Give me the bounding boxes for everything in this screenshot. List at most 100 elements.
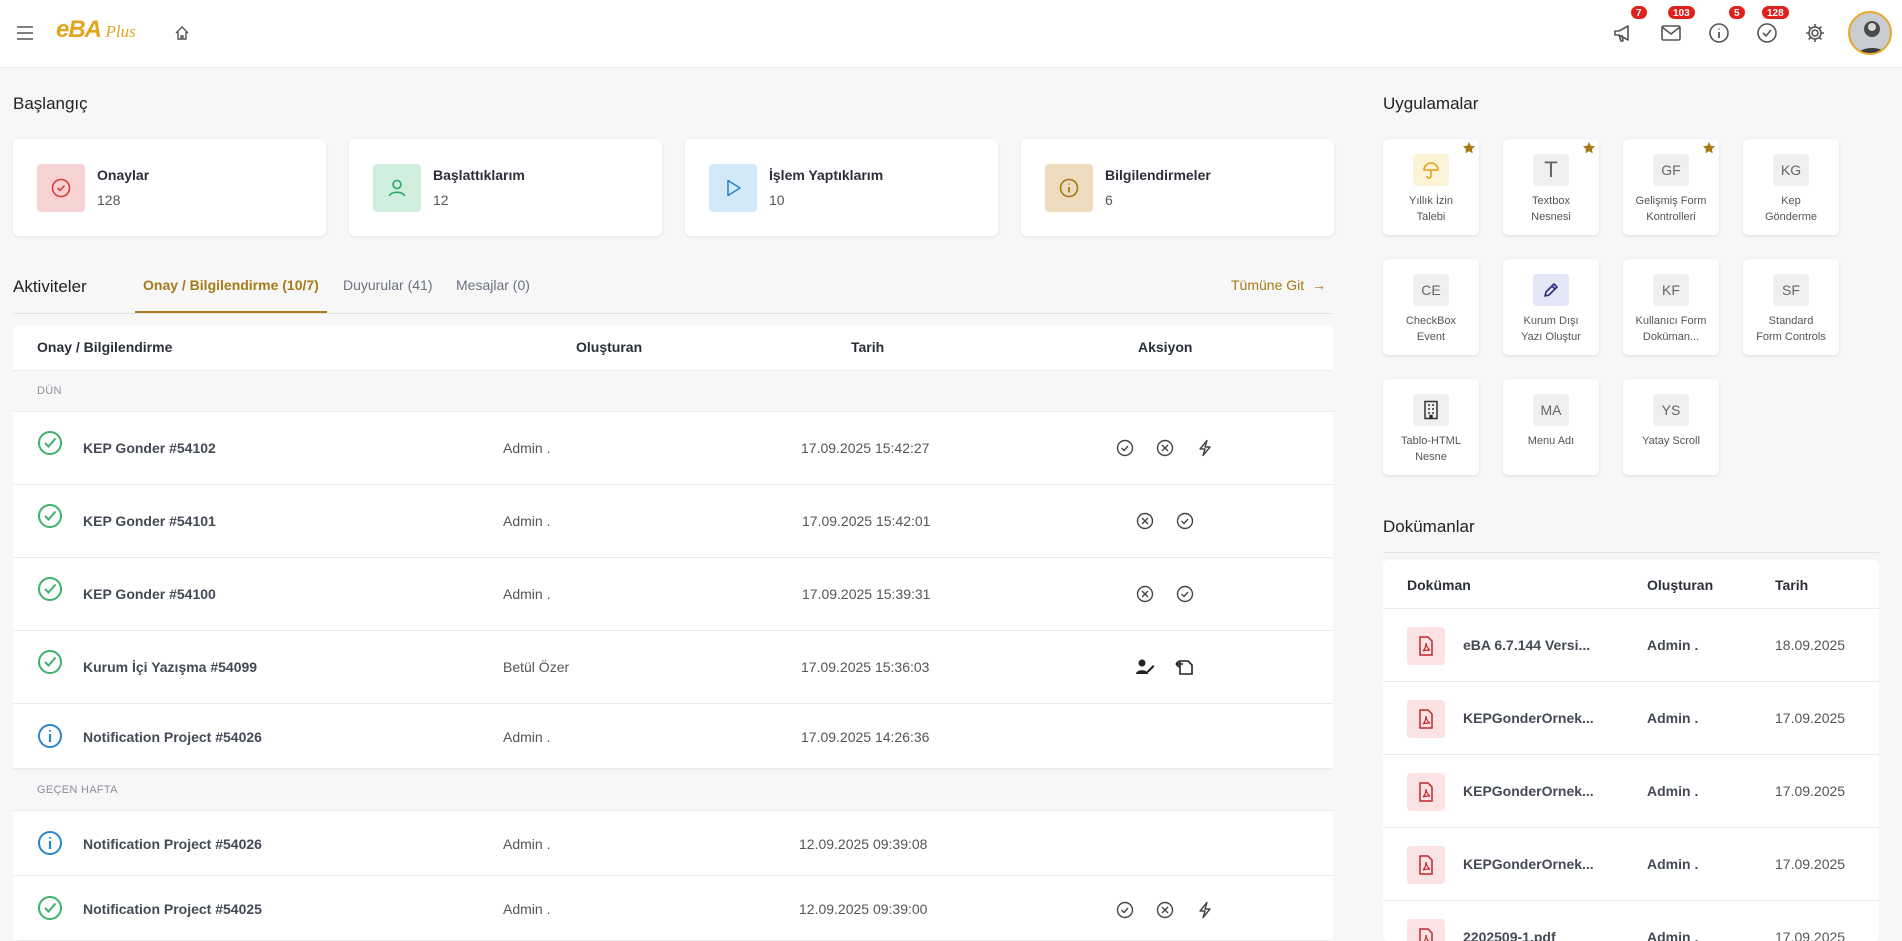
approvals-card[interactable]: Onaylar 128 [13, 139, 326, 236]
table-row[interactable]: Notification Project #54026 Admin . 12.0… [13, 811, 1333, 876]
app-textbox[interactable]: T Textbox Nesnesi [1503, 139, 1599, 235]
app-menu-name[interactable]: MA Menu Adı [1503, 379, 1599, 475]
card-label: Onaylar [97, 167, 150, 183]
documents-divider [1383, 552, 1879, 553]
tabs-divider [13, 313, 1333, 314]
approve-action-icon[interactable] [1175, 584, 1195, 604]
lightning-action-icon[interactable] [1195, 900, 1215, 920]
app-label: Gelişmiş Form Kontrolleri [1625, 193, 1717, 225]
document-row[interactable]: KEPGonderOrnek... Admin . 17.09.2025 [1383, 755, 1879, 828]
app-label-line1: Kep [1781, 195, 1801, 207]
group-header: GEÇEN HAFTA [13, 769, 1333, 811]
item-date: 17.09.2025 15:39:31 [802, 586, 931, 602]
app-kep-send[interactable]: KG Kep Gönderme [1743, 139, 1839, 235]
mail-icon[interactable] [1658, 20, 1684, 46]
app-abbr: T [1533, 154, 1569, 186]
item-date: 17.09.2025 15:42:01 [802, 513, 931, 529]
document-name[interactable]: eBA 6.7.144 Versi... [1463, 637, 1590, 653]
reject-action-icon[interactable] [1135, 511, 1155, 531]
document-date: 17.09.2025 [1775, 929, 1846, 941]
app-user-form-document[interactable]: KF Kullanıcı Form Doküman... [1623, 259, 1719, 355]
pdf-file-icon [1407, 773, 1445, 811]
table-row[interactable]: Kurum İçi Yazışma #54099 Betül Özer 17.0… [13, 631, 1333, 704]
document-row[interactable]: eBA 6.7.144 Versi... Admin . 18.09.2025 [1383, 609, 1879, 682]
favorite-star-icon[interactable] [1582, 141, 1596, 155]
user-avatar[interactable] [1848, 11, 1892, 55]
document-name[interactable]: KEPGonderOrnek... [1463, 856, 1594, 872]
top-header: eBA Plus 7 103 5 128 [0, 0, 1902, 68]
tab-announcements[interactable]: Duyurular (41) [343, 277, 432, 293]
home-icon[interactable] [170, 22, 194, 44]
tab-messages[interactable]: Mesajlar (0) [456, 277, 530, 293]
table-row[interactable]: KEP Gonder #54102 Admin . 17.09.2025 15:… [13, 412, 1333, 485]
favorite-star-icon[interactable] [1702, 141, 1716, 155]
reject-action-icon[interactable] [1135, 584, 1155, 604]
app-table-html[interactable]: Tablo-HTML Nesne [1383, 379, 1479, 475]
messages-badge: 103 [1667, 5, 1696, 20]
settings-gear-icon[interactable] [1802, 20, 1828, 46]
table-row[interactable]: Notification Project #54025 Admin . 12.0… [13, 876, 1333, 941]
eba-logo[interactable]: eBA Plus [56, 16, 136, 48]
announcements-badge: 7 [1630, 5, 1648, 20]
item-name[interactable]: Notification Project #54026 [83, 836, 262, 852]
item-creator: Admin . [503, 836, 551, 852]
go-to-all-link[interactable]: Tümüne Git → [1231, 277, 1326, 293]
document-row[interactable]: 2202509-1.pdf Admin . 17.09.2025 [1383, 901, 1879, 941]
notifications-card[interactable]: Bilgilendirmeler 6 [1021, 139, 1334, 236]
app-standard-form-controls[interactable]: SF Standard Form Controls [1743, 259, 1839, 355]
item-name[interactable]: Notification Project #54026 [83, 729, 262, 745]
item-date: 12.09.2025 09:39:08 [799, 836, 928, 852]
document-row[interactable]: KEPGonderOrnek... Admin . 17.09.2025 [1383, 828, 1879, 901]
processed-card[interactable]: İşlem Yaptıklarım 10 [685, 139, 998, 236]
app-external-letter[interactable]: Kurum Dışı Yazı Oluştur [1503, 259, 1599, 355]
col-header-date: Tarih [1775, 577, 1809, 593]
item-name[interactable]: Notification Project #54025 [83, 901, 262, 917]
app-horizontal-scroll[interactable]: YS Yatay Scroll [1623, 379, 1719, 475]
table-row[interactable]: KEP Gonder #54101 Admin . 17.09.2025 15:… [13, 485, 1333, 558]
megaphone-icon[interactable] [1610, 20, 1636, 46]
tab-approvals[interactable]: Onay / Bilgilendirme (10/7) [143, 277, 319, 293]
app-label-line1: Textbox [1532, 195, 1570, 207]
activities-table: Onay / Bilgilendirme Oluşturan Tarih Aks… [13, 325, 1333, 941]
document-creator: Admin . [1647, 637, 1699, 653]
item-date: 17.09.2025 15:36:03 [801, 659, 930, 675]
app-checkbox-event[interactable]: CE CheckBox Event [1383, 259, 1479, 355]
item-name[interactable]: KEP Gonder #54100 [83, 586, 216, 602]
item-name[interactable]: Kurum İçi Yazışma #54099 [83, 659, 257, 675]
document-creator: Admin . [1647, 856, 1699, 872]
reject-action-icon[interactable] [1155, 438, 1175, 458]
document-name[interactable]: 2202509-1.pdf [1463, 929, 1556, 941]
item-name[interactable]: KEP Gonder #54102 [83, 440, 216, 456]
card-label: Başlattıklarım [433, 167, 525, 183]
app-annual-leave[interactable]: Yıllık İzin Talebi [1383, 139, 1479, 235]
item-name[interactable]: KEP Gonder #54101 [83, 513, 216, 529]
hamburger-menu-icon[interactable] [12, 22, 38, 44]
started-card[interactable]: Başlattıklarım 12 [349, 139, 662, 236]
favorite-star-icon[interactable] [1462, 141, 1476, 155]
table-row[interactable]: KEP Gonder #54100 Admin . 17.09.2025 15:… [13, 558, 1333, 631]
document-name[interactable]: KEPGonderOrnek... [1463, 783, 1594, 799]
table-row[interactable]: Notification Project #54026 Admin . 17.0… [13, 704, 1333, 769]
app-label: Kurum Dışı Yazı Oluştur [1505, 313, 1597, 345]
approve-action-icon[interactable] [1115, 438, 1135, 458]
approve-action-icon[interactable] [1175, 511, 1195, 531]
group-header: DÜN [13, 370, 1333, 412]
user-edit-action-icon[interactable] [1135, 657, 1155, 677]
documents-section-title: Dokümanlar [1383, 517, 1475, 536]
document-return-action-icon[interactable] [1175, 657, 1195, 677]
approve-action-icon[interactable] [1115, 900, 1135, 920]
col-header-item: Onay / Bilgilendirme [37, 339, 173, 355]
document-row[interactable]: KEPGonderOrnek... Admin . 17.09.2025 [1383, 682, 1879, 755]
col-header-date: Tarih [851, 339, 885, 355]
check-circle-icon[interactable] [1754, 20, 1780, 46]
item-creator: Admin . [503, 586, 551, 602]
app-label-line1: Yıllık İzin [1408, 195, 1453, 207]
app-abbr: YS [1653, 394, 1689, 426]
card-value: 6 [1105, 192, 1113, 208]
document-name[interactable]: KEPGonderOrnek... [1463, 710, 1594, 726]
info-circle-icon[interactable] [1706, 20, 1732, 46]
lightning-action-icon[interactable] [1195, 438, 1215, 458]
app-advanced-form[interactable]: GF Gelişmiş Form Kontrolleri [1623, 139, 1719, 235]
reject-action-icon[interactable] [1155, 900, 1175, 920]
item-creator: Admin . [503, 440, 551, 456]
